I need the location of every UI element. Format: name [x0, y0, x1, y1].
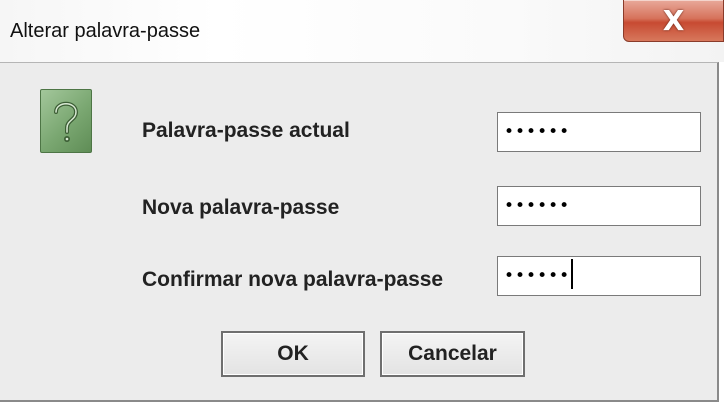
new-password-value: ••••••	[504, 196, 571, 216]
confirm-password-value: ••••••	[504, 266, 571, 286]
close-button[interactable]: X	[623, 0, 724, 42]
confirm-password-label: Confirmar nova palavra-passe	[142, 268, 444, 291]
current-password-label: Palavra-passe actual	[142, 119, 350, 142]
current-password-field[interactable]: ••••••	[497, 112, 701, 152]
cancel-button[interactable]: Cancelar	[380, 331, 525, 377]
new-password-field[interactable]: ••••••	[497, 186, 701, 226]
question-icon	[40, 89, 92, 153]
current-password-value: ••••••	[504, 122, 571, 142]
ok-button[interactable]: OK	[221, 331, 365, 377]
title-bar[interactable]: Alterar palavra-passe X	[0, 0, 724, 62]
close-icon: X	[662, 3, 685, 37]
new-password-label: Nova palavra-passe	[142, 196, 340, 219]
dialog-window: Alterar palavra-passe X Palavra-passe ac…	[0, 0, 724, 406]
text-caret	[571, 259, 574, 289]
confirm-password-field[interactable]: ••••••	[497, 256, 701, 296]
window-title: Alterar palavra-passe	[10, 20, 201, 42]
